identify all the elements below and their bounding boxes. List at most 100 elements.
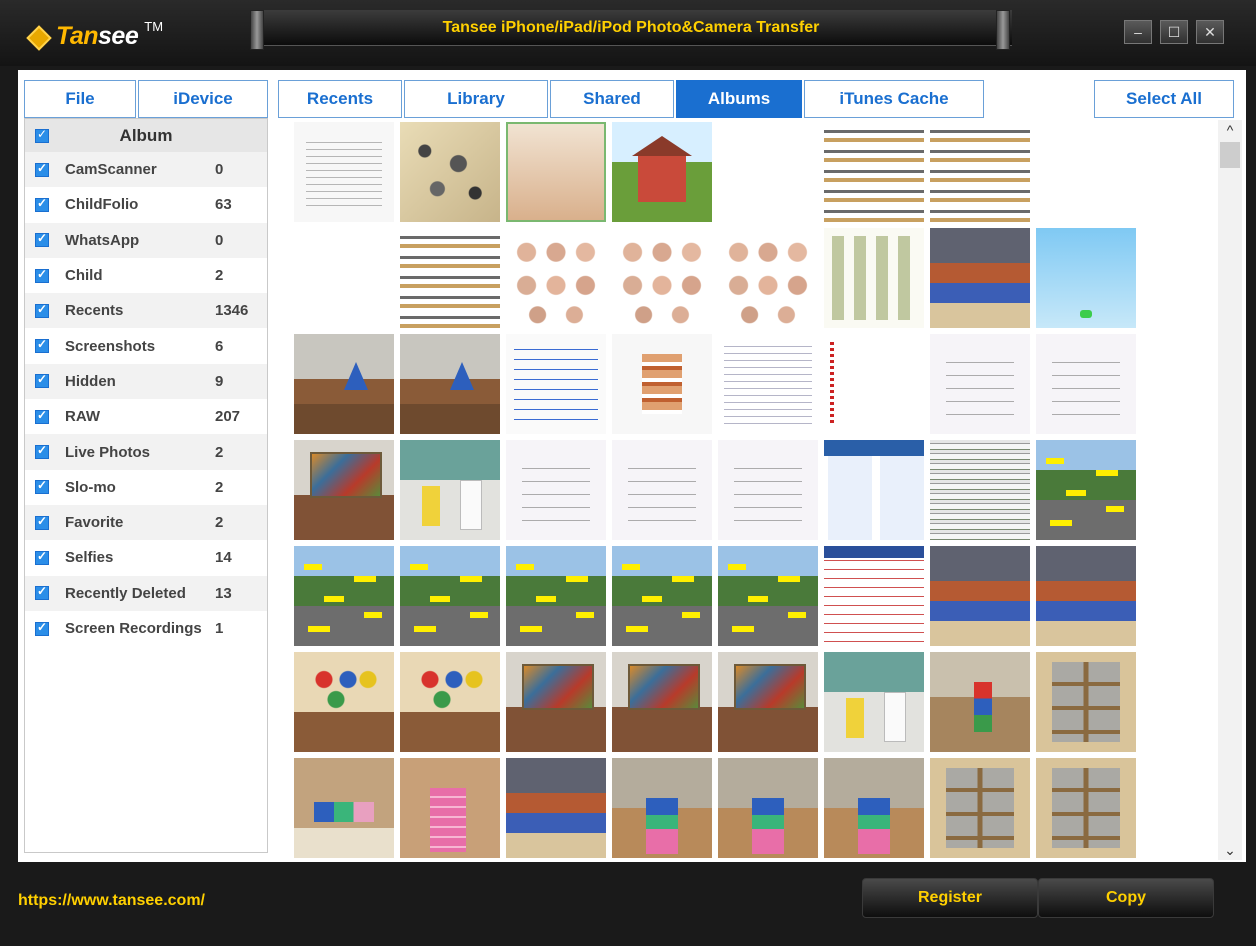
album-row[interactable]: Screenshots 6 (25, 328, 267, 363)
photo-thumbnail[interactable] (718, 122, 818, 222)
photo-thumbnail[interactable] (824, 440, 924, 540)
album-checkbox[interactable] (35, 337, 49, 354)
photo-thumbnail[interactable] (612, 652, 712, 752)
album-checkbox[interactable] (35, 514, 49, 530)
photo-thumbnail[interactable] (824, 228, 924, 328)
album-checkbox[interactable] (35, 196, 49, 212)
photo-thumbnail[interactable] (1036, 122, 1136, 222)
photo-thumbnail[interactable] (294, 440, 394, 540)
photo-thumbnail[interactable] (400, 440, 500, 540)
photo-thumbnail[interactable] (294, 334, 394, 434)
tab-recents[interactable]: Recents (278, 80, 402, 118)
album-row[interactable]: RAW 207 (25, 399, 267, 434)
tab-library[interactable]: Library (404, 80, 548, 118)
photo-thumbnail[interactable] (612, 122, 712, 222)
photo-thumbnail[interactable] (930, 652, 1030, 752)
photo-thumbnail[interactable] (506, 758, 606, 858)
photo-thumbnail[interactable] (506, 546, 606, 646)
photo-thumbnail[interactable] (718, 758, 818, 858)
album-checkbox[interactable] (35, 267, 49, 283)
photo-thumbnail[interactable] (824, 546, 924, 646)
album-checkbox[interactable] (35, 231, 49, 248)
album-row[interactable]: Screen Recordings 1 (25, 611, 267, 646)
maximize-button[interactable]: ☐ (1160, 20, 1188, 44)
photo-thumbnail[interactable] (294, 652, 394, 752)
album-row[interactable]: Selfies 14 (25, 540, 267, 575)
tab-file[interactable]: File (24, 80, 136, 118)
album-row[interactable]: ChildFolio 63 (25, 187, 267, 222)
album-checkbox[interactable] (35, 443, 49, 460)
tab-shared[interactable]: Shared (550, 80, 674, 118)
photo-thumbnail[interactable] (930, 228, 1030, 328)
album-row[interactable]: Slo-mo 2 (25, 470, 267, 505)
photo-thumbnail[interactable] (294, 546, 394, 646)
album-row[interactable]: WhatsApp 0 (25, 222, 267, 258)
photo-thumbnail[interactable] (612, 228, 712, 328)
album-row[interactable]: Child 2 (25, 258, 267, 293)
photo-thumbnail[interactable] (612, 546, 712, 646)
photo-thumbnail[interactable] (612, 758, 712, 858)
album-checkbox[interactable] (35, 161, 49, 177)
album-checkbox[interactable] (35, 408, 49, 424)
photo-thumbnail[interactable] (506, 334, 606, 434)
album-row[interactable]: CamScanner 0 (25, 152, 267, 188)
album-row[interactable]: Recently Deleted 13 (25, 575, 267, 611)
photo-thumbnail[interactable] (506, 228, 606, 328)
photo-thumbnail[interactable] (930, 334, 1030, 434)
photo-thumbnail[interactable] (930, 440, 1030, 540)
photo-thumbnail[interactable] (612, 440, 712, 540)
copy-button[interactable]: Copy (1038, 878, 1214, 918)
photo-thumbnail[interactable] (612, 334, 712, 434)
photo-thumbnail[interactable] (1036, 546, 1136, 646)
photo-thumbnail[interactable] (718, 334, 818, 434)
vertical-scrollbar[interactable]: ^ ⌄ (1218, 120, 1242, 860)
photo-thumbnail[interactable] (1036, 228, 1136, 328)
photo-thumbnail[interactable] (824, 652, 924, 752)
tab-idevice[interactable]: iDevice (138, 80, 268, 118)
photo-thumbnail[interactable] (400, 228, 500, 328)
photo-thumbnail[interactable] (930, 122, 1030, 222)
photo-thumbnail[interactable] (824, 122, 924, 222)
album-checkbox[interactable] (35, 372, 49, 389)
photo-thumbnail[interactable] (400, 652, 500, 752)
photo-thumbnail[interactable] (930, 546, 1030, 646)
album-row[interactable]: Hidden 9 (25, 363, 267, 400)
photo-thumbnail[interactable] (400, 122, 500, 222)
photo-thumbnail[interactable] (1036, 440, 1136, 540)
photo-thumbnail[interactable] (1036, 334, 1136, 434)
photo-thumbnail[interactable] (718, 652, 818, 752)
select-all-button[interactable]: Select All (1094, 80, 1234, 118)
photo-thumbnail[interactable] (718, 228, 818, 328)
close-button[interactable]: ✕ (1196, 20, 1224, 44)
website-link[interactable]: https://www.tansee.com/ (18, 892, 205, 910)
photo-thumbnail[interactable] (930, 758, 1030, 858)
scroll-thumb[interactable] (1220, 142, 1240, 168)
photo-thumbnail[interactable] (824, 758, 924, 858)
photo-thumbnail[interactable] (400, 334, 500, 434)
album-checkbox[interactable] (35, 478, 49, 495)
album-checkbox[interactable] (35, 584, 49, 601)
photo-thumbnail[interactable] (718, 546, 818, 646)
photo-thumbnail[interactable] (1036, 758, 1136, 858)
photo-thumbnail[interactable] (506, 122, 606, 222)
album-checkbox[interactable] (35, 620, 49, 636)
album-checkbox[interactable] (35, 549, 49, 565)
photo-thumbnail[interactable] (294, 122, 394, 222)
register-button[interactable]: Register (862, 878, 1038, 918)
photo-thumbnail[interactable] (506, 440, 606, 540)
tab-albums[interactable]: Albums (676, 80, 802, 118)
album-row[interactable]: Favorite 2 (25, 504, 267, 541)
scroll-down-icon[interactable]: ⌄ (1218, 840, 1242, 860)
photo-thumbnail[interactable] (506, 652, 606, 752)
photo-thumbnail[interactable] (294, 228, 394, 328)
minimize-button[interactable]: – (1124, 20, 1152, 44)
photo-thumbnail[interactable] (400, 546, 500, 646)
album-row[interactable]: Recents 1346 (25, 293, 267, 329)
album-checkbox[interactable] (35, 302, 49, 318)
photo-thumbnail[interactable] (294, 758, 394, 858)
album-row[interactable]: Live Photos 2 (25, 434, 267, 470)
photo-thumbnail[interactable] (400, 758, 500, 858)
photo-thumbnail[interactable] (824, 334, 924, 434)
photo-thumbnail[interactable] (1036, 652, 1136, 752)
tab-itunes-cache[interactable]: iTunes Cache (804, 80, 984, 118)
